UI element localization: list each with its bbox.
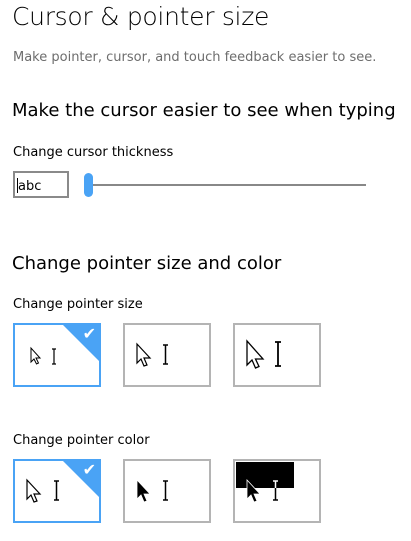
cursor-thickness-slider-track[interactable] [92,184,366,186]
pointer-size-option-small[interactable]: ✔ [13,323,101,387]
cursor-thickness-slider-thumb[interactable] [84,173,93,197]
inverted-pointer-icon [236,462,294,503]
pointer-size-option-medium[interactable] [123,323,211,387]
black-pointer-icon [136,478,168,503]
pointer-size-label: Change pointer size [13,297,143,312]
pointer-size-option-large[interactable] [233,323,321,387]
cursor-section-heading: Make the cursor easier to see when typin… [12,100,396,121]
white-pointer-icon [136,342,168,367]
pointer-color-label: Change pointer color [13,433,150,448]
cursor-thickness-label: Change cursor thickness [13,145,174,160]
pointer-color-option-inverted[interactable] [233,459,321,523]
cursor-preview-box: abc [13,171,69,198]
pointer-color-option-black[interactable] [123,459,211,523]
page-title: Cursor & pointer size [12,2,270,31]
white-pointer-icon [26,478,59,503]
pointer-color-option-white[interactable]: ✔ [13,459,101,523]
page-description: Make pointer, cursor, and touch feedback… [13,50,377,65]
white-pointer-icon [246,339,281,369]
cursor-preview-text: abc [18,179,42,194]
white-pointer-icon [30,346,56,365]
pointer-section-heading: Change pointer size and color [12,253,282,274]
